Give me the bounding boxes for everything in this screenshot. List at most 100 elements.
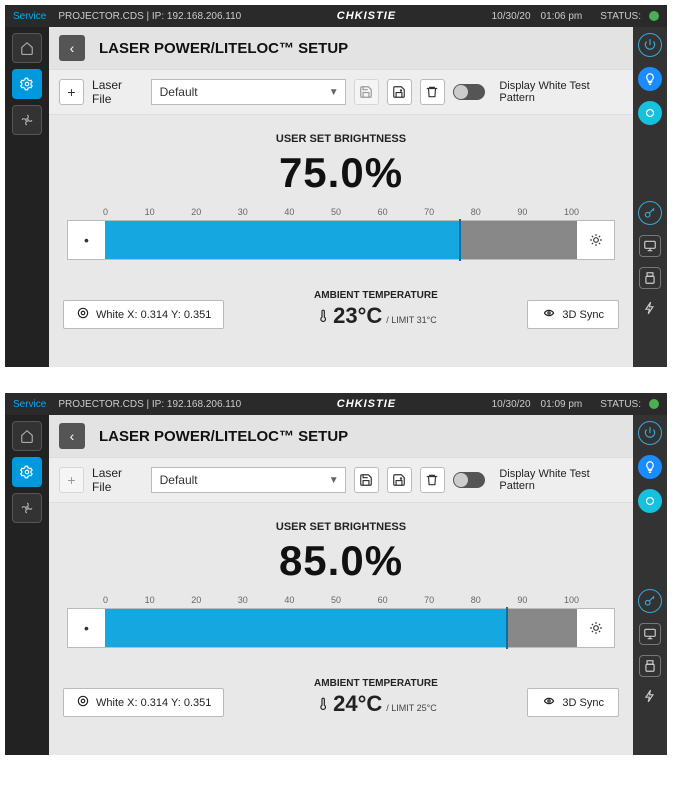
status-indicator-icon — [649, 399, 659, 409]
toolbar: + Laser File Default ▼ Display White Tes… — [49, 69, 633, 115]
thermometer-icon — [315, 697, 329, 714]
add-button[interactable]: + — [59, 79, 84, 105]
white-point-label: White X: 0.314 Y: 0.351 — [96, 697, 211, 709]
laser-file-label: Laser File — [92, 466, 143, 494]
date-label: 10/30/20 — [492, 399, 531, 410]
settings-bolt-button[interactable] — [643, 301, 657, 320]
temperature-label: AMBIENT TEMPERATURE — [314, 290, 438, 301]
thermometer-icon — [315, 309, 329, 326]
left-nav — [5, 415, 49, 755]
right-nav — [633, 415, 667, 755]
service-label[interactable]: Service — [13, 399, 46, 410]
brightness-slider[interactable]: • — [67, 220, 615, 260]
decrease-brightness-button[interactable]: • — [67, 220, 105, 260]
settings-bolt-button[interactable] — [643, 689, 657, 708]
white-point-button[interactable]: White X: 0.314 Y: 0.351 — [63, 688, 224, 717]
brightness-value: 85.0% — [59, 537, 623, 585]
target-icon — [76, 694, 90, 711]
delete-button[interactable] — [420, 79, 445, 105]
3d-sync-label: 3D Sync — [562, 309, 604, 321]
key-button[interactable] — [638, 201, 662, 225]
service-label[interactable]: Service — [13, 11, 46, 22]
status-label: STATUS: — [600, 399, 641, 410]
shutter-button[interactable] — [638, 489, 662, 513]
white-point-label: White X: 0.314 Y: 0.351 — [96, 309, 211, 321]
nav-fan-button[interactable] — [12, 493, 42, 523]
add-button: + — [59, 467, 84, 493]
page-title: LASER POWER/LITELOC™ SETUP — [99, 428, 348, 445]
temperature-value: 24°C — [333, 691, 382, 717]
slider-track[interactable] — [105, 608, 577, 648]
power-button[interactable] — [638, 33, 662, 57]
laser-file-select[interactable]: Default ▼ — [151, 467, 346, 493]
brand-logo: CHKISTIE — [241, 398, 491, 410]
shutter-button[interactable] — [638, 101, 662, 125]
laser-file-select[interactable]: Default ▼ — [151, 79, 346, 105]
save-as-button[interactable] — [387, 467, 412, 493]
temperature-limit: / LIMIT 25°C — [386, 703, 436, 713]
temperature-limit: / LIMIT 31°C — [386, 315, 436, 325]
save-as-button[interactable] — [387, 79, 412, 105]
brightness-value: 75.0% — [59, 149, 623, 197]
right-nav — [633, 27, 667, 367]
nav-home-button[interactable] — [12, 421, 42, 451]
nav-fan-button[interactable] — [12, 105, 42, 135]
laser-file-value: Default — [160, 473, 198, 487]
time-label: 01:06 pm — [541, 11, 583, 22]
projector-screen-1: Service PROJECTOR.CDS | IP: 192.168.206.… — [5, 393, 667, 755]
laser-file-label: Laser File — [92, 78, 143, 106]
power-button[interactable] — [638, 421, 662, 445]
test-pattern-label: Display White Test Pattern — [499, 468, 623, 492]
nav-home-button[interactable] — [12, 33, 42, 63]
brand-logo: CHKISTIE — [241, 10, 491, 22]
save-button[interactable] — [354, 467, 379, 493]
temperature-label: AMBIENT TEMPERATURE — [314, 678, 438, 689]
lamp-button[interactable] — [638, 67, 662, 91]
increase-brightness-button[interactable] — [577, 220, 615, 260]
brightness-label: USER SET BRIGHTNESS — [59, 521, 623, 533]
slider-ticks: 0102030405060708090100 — [67, 207, 615, 220]
test-pattern-toggle[interactable] — [453, 84, 486, 100]
top-bar: Service PROJECTOR.CDS | IP: 192.168.206.… — [5, 393, 667, 415]
decrease-brightness-button[interactable]: • — [67, 608, 105, 648]
status-indicator-icon — [649, 11, 659, 21]
brightness-label: USER SET BRIGHTNESS — [59, 133, 623, 145]
back-button[interactable]: ‹ — [59, 423, 85, 449]
lamp-button[interactable] — [638, 455, 662, 479]
key-button[interactable] — [638, 589, 662, 613]
white-point-button[interactable]: White X: 0.314 Y: 0.351 — [63, 300, 224, 329]
slider-ticks: 0102030405060708090100 — [67, 595, 615, 608]
left-nav — [5, 27, 49, 367]
usb-button[interactable] — [639, 655, 661, 677]
chevron-down-icon: ▼ — [329, 475, 339, 486]
3d-sync-label: 3D Sync — [562, 697, 604, 709]
test-pattern-toggle[interactable] — [453, 472, 486, 488]
3d-sync-button[interactable]: 3D Sync — [527, 300, 619, 329]
monitor-button[interactable] — [639, 623, 661, 645]
top-bar: Service PROJECTOR.CDS | IP: 192.168.206.… — [5, 5, 667, 27]
projector-screen-0: Service PROJECTOR.CDS | IP: 192.168.206.… — [5, 5, 667, 367]
delete-button[interactable] — [420, 467, 445, 493]
test-pattern-label: Display White Test Pattern — [499, 80, 623, 104]
increase-brightness-button[interactable] — [577, 608, 615, 648]
3d-icon — [542, 694, 556, 711]
slider-track[interactable] — [105, 220, 577, 260]
time-label: 01:09 pm — [541, 399, 583, 410]
target-icon — [76, 306, 90, 323]
temperature-value: 23°C — [333, 303, 382, 329]
laser-file-value: Default — [160, 85, 198, 99]
3d-icon — [542, 306, 556, 323]
projector-info: PROJECTOR.CDS | IP: 192.168.206.110 — [58, 399, 241, 410]
page-title: LASER POWER/LITELOC™ SETUP — [99, 40, 348, 57]
3d-sync-button[interactable]: 3D Sync — [527, 688, 619, 717]
save-button — [354, 79, 379, 105]
toolbar: + Laser File Default ▼ Display White Tes… — [49, 457, 633, 503]
brightness-slider[interactable]: • — [67, 608, 615, 648]
nav-gear-button[interactable] — [12, 457, 42, 487]
monitor-button[interactable] — [639, 235, 661, 257]
status-label: STATUS: — [600, 11, 641, 22]
nav-gear-button[interactable] — [12, 69, 42, 99]
usb-button[interactable] — [639, 267, 661, 289]
chevron-down-icon: ▼ — [329, 87, 339, 98]
back-button[interactable]: ‹ — [59, 35, 85, 61]
